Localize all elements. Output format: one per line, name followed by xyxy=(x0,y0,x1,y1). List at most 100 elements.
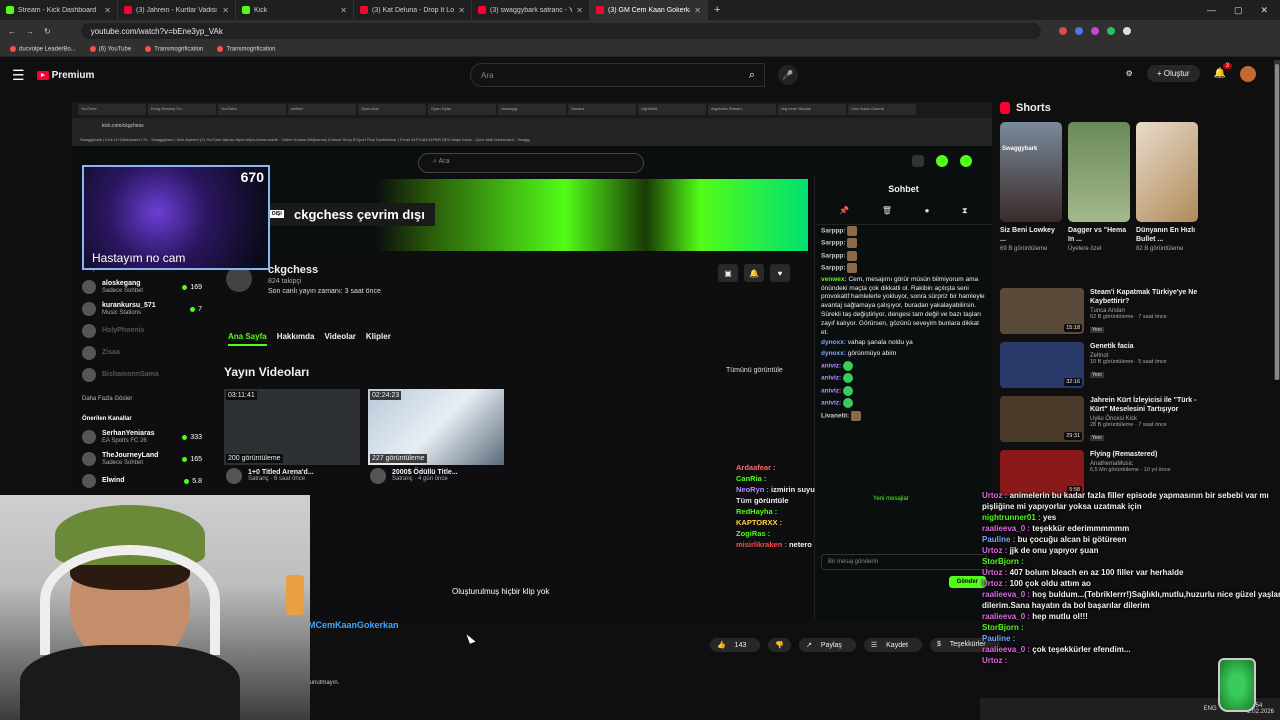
dislike-button[interactable]: 👎 xyxy=(768,638,792,652)
stream-chat-user: nightrunner01 : xyxy=(982,513,1041,522)
back-icon[interactable]: ← xyxy=(8,27,16,36)
viewer-count: 165 xyxy=(182,456,202,463)
minimize-icon[interactable]: — xyxy=(1207,5,1216,16)
reload-icon[interactable]: ↻ xyxy=(44,27,51,36)
recommended-meta: 62 B görüntüleme · 7 saat önce xyxy=(1090,314,1167,321)
short-card[interactable]: Swaggybark Siz Beni Lowkey ... 69 B görünt… xyxy=(1000,122,1062,252)
video-channel-name[interactable]: MCemKaanGokerkan xyxy=(308,620,399,630)
overlay-chat-line: Ardaafear : xyxy=(734,462,844,473)
extension-icon[interactable] xyxy=(1074,27,1083,35)
create-button[interactable]: + Oluştur xyxy=(1146,65,1200,82)
offline-banner-text: DIŞI ckgchess çevrim dışı xyxy=(268,203,435,226)
followed-list: aloskegang Sadece Sohbet 169 kurankursu_571… xyxy=(72,276,212,386)
youtube-favicon-icon xyxy=(124,6,132,14)
bookmark-item[interactable]: Transmogrification xyxy=(217,45,275,52)
profile-icon[interactable] xyxy=(1122,27,1131,35)
recommended-video[interactable]: 29:31 Jahrein Kürt İzleyicisi ile "Türk -… xyxy=(1000,396,1205,448)
avatar[interactable] xyxy=(1240,65,1256,82)
channel-name: kurankursu_571 xyxy=(102,301,156,309)
browser-tab[interactable]: Stream - Kick Dashboard ✕ xyxy=(0,0,118,20)
heart-icon: ♥ xyxy=(770,264,790,282)
bell-icon[interactable]: 🔔 3 xyxy=(1214,63,1232,79)
browser-tab[interactable]: (3) swaggybark satranc - YouTu✕ xyxy=(472,0,590,20)
close-icon[interactable]: ✕ xyxy=(576,6,583,15)
overlay-chat-line: NeoRyn : izmirin suyu xyxy=(734,484,844,495)
extension-icon[interactable] xyxy=(1106,27,1115,35)
like-button[interactable]: 👍 143 xyxy=(710,638,761,652)
recommended-video[interactable]: 15:18 Steam'i Kapatmak Türkiye'ye Ne Kayb… xyxy=(1000,288,1205,340)
channel-category: Sadece Sohbet xyxy=(102,459,144,466)
close-icon[interactable]: ✕ xyxy=(222,6,229,15)
youtube-logo[interactable]: Premium xyxy=(36,70,94,81)
chat-message: aniviz: xyxy=(815,397,992,409)
bookmark-item[interactable]: (6) YouTube xyxy=(89,45,131,52)
bookmarks-bar: ducvolpe LeaderBo... (6) YouTube Transmogr… xyxy=(0,42,1280,57)
stream-chat-text: 100 çok oldu attım ao xyxy=(1009,579,1091,588)
short-meta: 69 B görüntüleme xyxy=(1000,246,1048,253)
chat-message: Sarppp: xyxy=(815,237,992,249)
stream-chat-line: StorBjorn : xyxy=(980,556,1280,567)
channel-avatar xyxy=(82,302,96,316)
video-thumbnail: 02:24:23 227 görüntüleme xyxy=(368,389,504,465)
bookmark-favicon-icon xyxy=(145,45,152,52)
share-button[interactable]: ↗ Paylaş xyxy=(799,638,856,652)
bookmark-item[interactable]: Transmogrification xyxy=(145,45,203,52)
browser-tab[interactable]: (3) Kat Deluna - Drop It Low - ✕ xyxy=(354,0,472,20)
stream-chat-user: Pauline : xyxy=(982,634,1016,643)
video-info-bar xyxy=(300,620,980,700)
inner-tab: YouTube xyxy=(218,104,286,115)
bookmark-label: ducvolpe LeaderBo... xyxy=(19,46,76,53)
recommended-title: Jahrein Kürt İzleyicisi ile "Türk - Kürt… xyxy=(1090,397,1197,414)
chat-message: dynoxx: vahap şanala noldu ya xyxy=(815,338,992,349)
gift-icon: ▣ xyxy=(718,264,738,282)
overlay-chat-user: NeoRyn : xyxy=(736,485,769,494)
overlay-chat-text: netero xyxy=(788,540,812,549)
short-card[interactable]: Dagger vs "Hema In ... Üyelere özel xyxy=(1068,122,1130,252)
close-icon[interactable]: ✕ xyxy=(694,6,701,15)
extensions xyxy=(1058,27,1131,35)
close-icon[interactable]: ✕ xyxy=(104,6,111,15)
extension-icon[interactable] xyxy=(1058,27,1067,35)
recommended-video[interactable]: 32:16 Genetik facia Zeltnot 10 B görüntülem… xyxy=(1000,342,1205,394)
menu-icon[interactable]: ☰ xyxy=(12,67,25,84)
short-thumbnail xyxy=(1136,122,1198,222)
new-tab-icon[interactable]: + xyxy=(708,4,726,16)
bookmark-item[interactable]: ducvolpe LeaderBo... xyxy=(10,45,76,53)
browser-tab[interactable]: (3) Jahrein - Kurtlar Vadisi Jene ✕ xyxy=(118,0,236,20)
inner-tab: settled xyxy=(288,104,356,115)
recommended-title: Genetik facia xyxy=(1090,343,1134,350)
search-icon[interactable]: ⌕ xyxy=(736,63,768,87)
url-input[interactable]: youtube.com/watch?v=bEne3yp_VAk xyxy=(80,23,1041,39)
channel-name: ckgchess xyxy=(268,264,319,276)
browser-tab[interactable]: (3) GM Cem Kaan Gokerka ✕ xyxy=(590,0,708,20)
short-card[interactable]: Dünyanın En Hızlı Bullet ... 82 B görüntü… xyxy=(1136,122,1198,252)
recommended-meta: 10 B görüntüleme · 5 saat önce xyxy=(1090,359,1167,366)
cast-icon[interactable]: ⚙ xyxy=(1126,69,1133,78)
search-input[interactable]: Ara xyxy=(470,63,765,87)
channel-tab: Hakkımda xyxy=(276,332,315,341)
save-button[interactable]: ☰ Kaydet xyxy=(863,638,922,652)
stream-chat-overlay: Urtoz : animelerin bu kadar fazla filler… xyxy=(980,490,1280,666)
close-icon[interactable]: ✕ xyxy=(340,6,347,15)
viewer-count: 333 xyxy=(182,434,202,441)
close-icon[interactable]: ✕ xyxy=(1260,5,1268,16)
chat-message: dynoxx: görünmüyo abim xyxy=(815,349,992,360)
chat-username: Sarppp: xyxy=(821,227,846,235)
maximize-icon[interactable]: ▢ xyxy=(1234,5,1243,16)
scrollbar[interactable] xyxy=(1274,60,1280,380)
overlay-chat: Ardaafear : CanRia : NeoRyn : izmirin su… xyxy=(734,462,844,550)
overlay-chat-user: RedHayha : xyxy=(736,507,778,516)
extension-icon[interactable] xyxy=(1090,27,1099,35)
microphone-icon[interactable]: 🎤 xyxy=(778,65,798,85)
stream-chat-line: Urtoz : jjk de onu yapıyor şuan xyxy=(980,545,1280,556)
kick-chat: Sohbet 📌 🗑 ● ⧗ Sarppp: Sarppp: Sarppp: Sarp… xyxy=(814,176,992,620)
close-icon[interactable]: ✕ xyxy=(458,6,465,15)
browser-tab[interactable]: Kick ✕ xyxy=(236,0,354,20)
forward-icon[interactable]: → xyxy=(26,27,34,36)
chat-username: dynoxx: xyxy=(821,339,846,347)
video-meta: Satranç · 4 gün önce xyxy=(392,476,448,482)
share-label: Paylaş xyxy=(813,639,849,652)
chat-username: dynoxx: xyxy=(821,350,846,358)
kick-favicon-icon xyxy=(6,6,14,14)
channel-name: Elwind xyxy=(102,477,125,485)
